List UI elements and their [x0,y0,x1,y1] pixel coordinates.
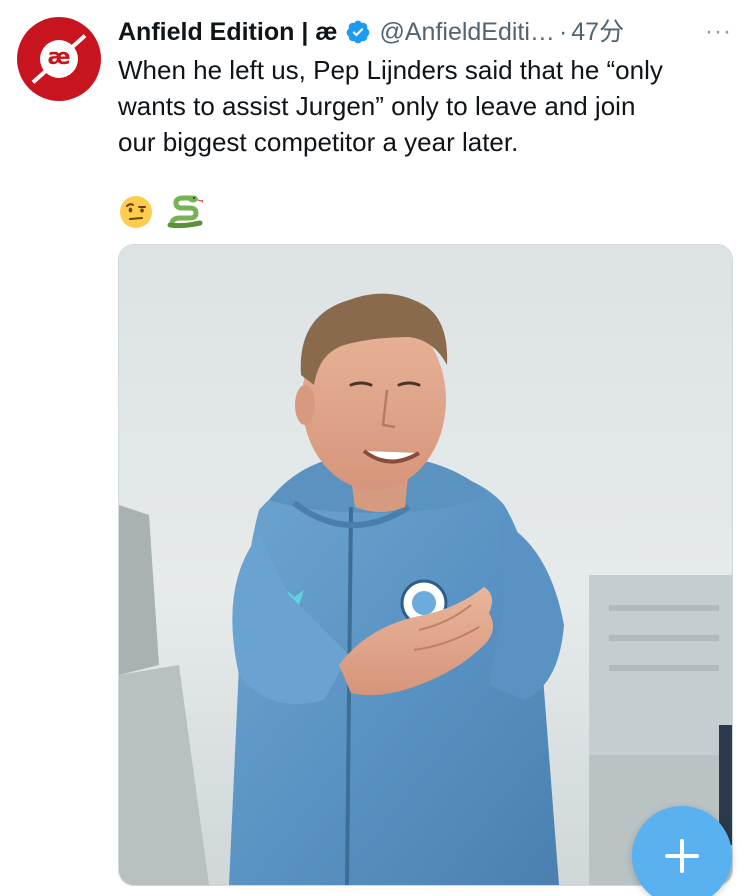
handle[interactable]: @AnfieldEditi… [379,12,554,52]
snake-icon [167,195,204,229]
plus-icon [665,839,699,873]
more-options-icon[interactable]: ··· [705,12,732,52]
tweet-text-line: When he left us, Pep Lijnders said that … [118,55,663,85]
display-name[interactable]: Anfield Edition | æ [118,12,337,52]
avatar[interactable]: æ [17,17,101,101]
avatar-logo-text: æ [47,45,71,70]
tweet[interactable]: æ Anfield Edition | æ @AnfieldEditi… · 4… [0,0,750,896]
raised-eyebrow-face-icon [120,196,152,228]
tweet-photo[interactable] [118,244,733,886]
coach-clapping-photo-icon [119,245,732,885]
separator-dot: · [558,18,568,46]
tweet-header: Anfield Edition | æ @AnfieldEditi… · 47分… [118,12,732,52]
tweet-text-line: wants to assist Jurgen” only to leave an… [118,91,636,121]
emoji-line [118,192,204,232]
verified-badge-icon [347,20,370,44]
compose-button[interactable] [632,806,732,896]
tweet-text: When he left us, Pep Lijnders said that … [118,52,730,160]
tweet-text-line: our biggest competitor a year later. [118,127,519,157]
timestamp[interactable]: 47分 [571,12,624,52]
